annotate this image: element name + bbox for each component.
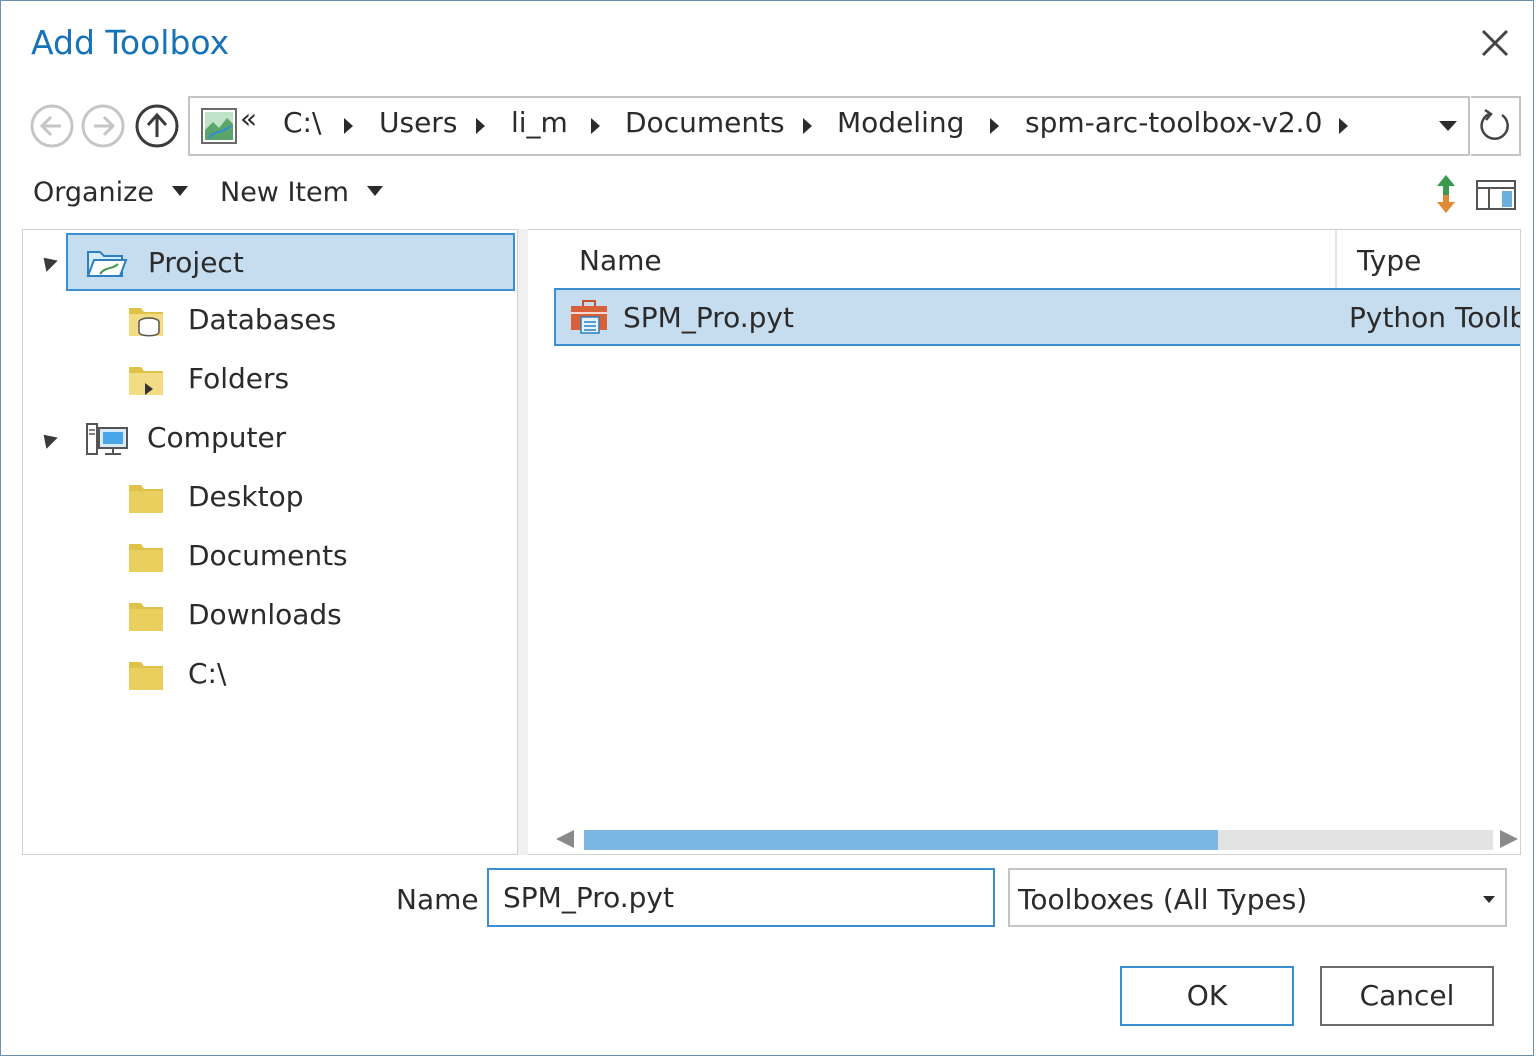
breadcrumb-item-modeling[interactable]: Modeling (837, 106, 964, 139)
tree-label: Folders (188, 362, 290, 395)
expand-project-icon[interactable] (37, 252, 58, 272)
expand-computer-icon[interactable] (37, 429, 58, 449)
file-list: Name Type SPM_Pro.pyt Python Toolb (528, 229, 1521, 855)
column-header-name[interactable]: Name (579, 244, 662, 277)
scroll-left-icon[interactable] (556, 830, 574, 848)
organize-label: Organize (33, 177, 154, 208)
breadcrumb-chevron-icon[interactable] (591, 118, 600, 134)
breadcrumb-item-users[interactable]: Users (379, 106, 457, 139)
new-item-menu[interactable]: New Item (220, 177, 383, 208)
tree-label: Downloads (188, 598, 342, 631)
name-input[interactable] (487, 868, 995, 927)
new-item-label: New Item (220, 177, 349, 208)
file-type-filter[interactable]: Toolboxes (All Types) (1008, 868, 1507, 927)
back-arrow-icon (30, 104, 74, 148)
back-button[interactable] (29, 103, 75, 149)
name-label: Name (396, 883, 479, 916)
close-icon[interactable] (1475, 23, 1515, 63)
column-divider[interactable] (1335, 230, 1337, 288)
project-folder-icon (86, 246, 128, 287)
up-arrow-icon (135, 104, 179, 148)
folder-icon (127, 601, 167, 640)
column-header-type[interactable]: Type (1357, 244, 1421, 277)
folder-icon (127, 660, 167, 699)
refresh-icon (1480, 108, 1509, 140)
pane-splitter[interactable] (518, 229, 528, 855)
chevron-down-icon (1483, 896, 1495, 903)
cancel-button[interactable]: Cancel (1320, 966, 1494, 1026)
tree-label: Project (148, 246, 244, 279)
breadcrumb-item-c[interactable]: C:\ (283, 106, 321, 139)
scroll-right-icon[interactable] (1500, 830, 1518, 848)
add-toolbox-dialog: Add Toolbox « C:\ Users li_m Documents M… (0, 0, 1534, 1056)
tree-label: Desktop (188, 480, 304, 513)
breadcrumb-chevron-icon[interactable] (803, 118, 812, 134)
tree-item-desktop[interactable]: Desktop (123, 469, 513, 527)
forward-arrow-icon (81, 104, 125, 148)
tree-item-documents[interactable]: Documents (123, 528, 513, 586)
folder-icon (127, 483, 167, 522)
tree-label: C:\ (188, 657, 227, 690)
tree-item-c-drive[interactable]: C:\ (123, 646, 513, 704)
breadcrumb-item-li-m[interactable]: li_m (511, 106, 568, 139)
chevron-down-icon (171, 185, 188, 196)
tree-item-databases[interactable]: Databases (123, 292, 513, 350)
tree-item-computer[interactable]: Computer (81, 410, 511, 468)
tree-item-downloads[interactable]: Downloads (123, 587, 513, 645)
up-button[interactable] (134, 103, 180, 149)
tree-item-project[interactable]: Project (66, 233, 515, 291)
breadcrumb-chevron-icon[interactable] (990, 118, 999, 134)
python-toolbox-icon (569, 299, 609, 339)
filter-value: Toolboxes (All Types) (1018, 883, 1308, 916)
horizontal-scrollbar-thumb[interactable] (584, 830, 1218, 850)
breadcrumb-chevron-icon[interactable] (1339, 118, 1348, 134)
organize-menu[interactable]: Organize (33, 177, 188, 208)
navigation-tree: Project Databases Folders Computer Deskt… (22, 229, 518, 855)
breadcrumb-chevron-icon[interactable] (476, 118, 485, 134)
breadcrumb-overflow[interactable]: « (240, 102, 257, 135)
folder-connection-icon (127, 363, 167, 406)
chevron-down-icon (366, 185, 383, 196)
tree-label: Databases (188, 303, 337, 336)
project-map-icon (201, 108, 237, 144)
table-row[interactable]: SPM_Pro.pyt Python Toolb (554, 288, 1521, 346)
breadcrumb[interactable]: « C:\ Users li_m Documents Modeling spm-… (188, 96, 1470, 156)
tree-label: Computer (147, 421, 287, 454)
sort-icon[interactable] (1431, 173, 1461, 215)
breadcrumb-item-spm-arc-toolbox[interactable]: spm-arc-toolbox-v2.0 (1025, 106, 1322, 139)
refresh-button[interactable] (1471, 96, 1521, 156)
dialog-title: Add Toolbox (31, 23, 230, 62)
ok-button[interactable]: OK (1120, 966, 1294, 1026)
breadcrumb-chevron-icon[interactable] (344, 118, 353, 134)
forward-button[interactable] (80, 103, 126, 149)
file-type: Python Toolb (1349, 301, 1521, 334)
database-folder-icon (127, 304, 167, 347)
view-layout-icon[interactable] (1475, 179, 1517, 211)
tree-item-folders[interactable]: Folders (123, 351, 513, 409)
computer-icon (85, 420, 129, 465)
file-name: SPM_Pro.pyt (623, 301, 794, 334)
breadcrumb-history-dropdown-icon[interactable] (1439, 121, 1457, 131)
tree-label: Documents (188, 539, 348, 572)
folder-icon (127, 542, 167, 581)
breadcrumb-item-documents[interactable]: Documents (625, 106, 785, 139)
